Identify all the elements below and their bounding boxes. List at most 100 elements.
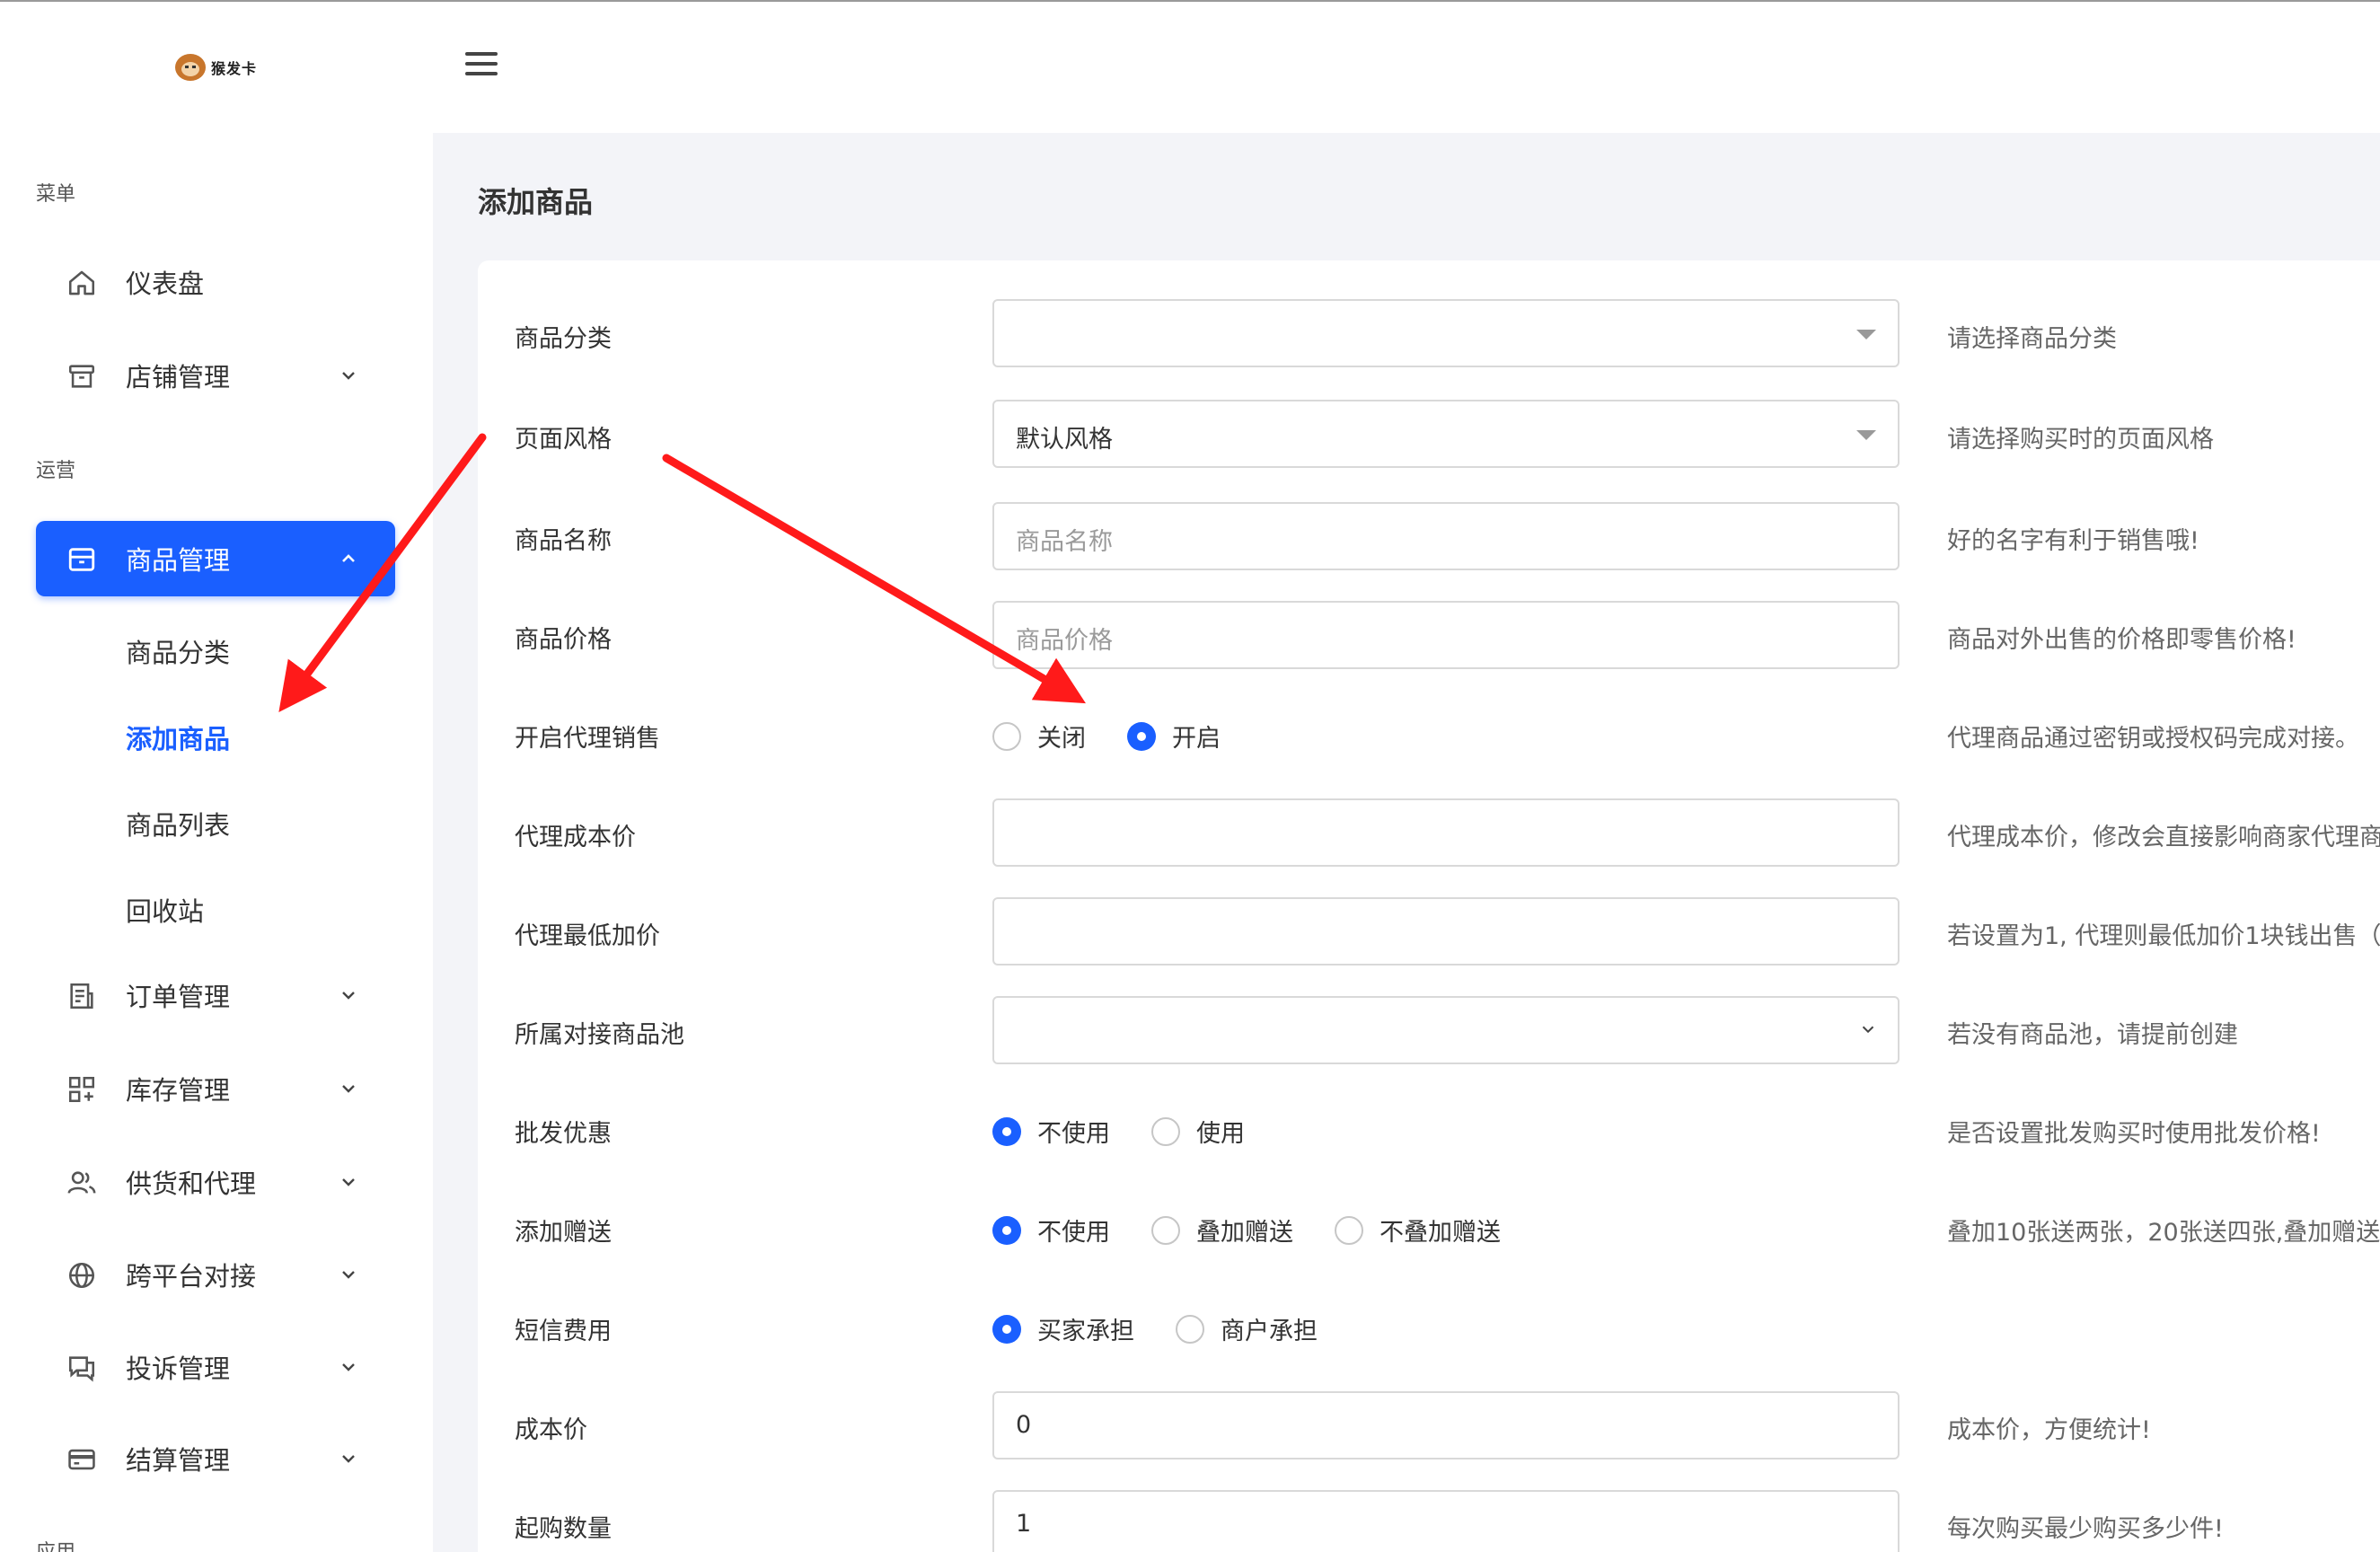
- hint-cost-price: 成本价，方便统计!: [1947, 1416, 2151, 1444]
- brand-logo[interactable]: 猴发卡: [175, 54, 257, 81]
- sidebar-item-orders[interactable]: 订单管理: [36, 957, 395, 1033]
- name-input[interactable]: 商品名称: [992, 502, 1900, 570]
- name-input-placeholder: 商品名称: [1016, 528, 1113, 556]
- sidebar-item-settlement[interactable]: 结算管理: [36, 1421, 395, 1496]
- section-label-apps: 应用: [36, 1536, 75, 1552]
- sidebar-item-cross-platform[interactable]: 跨平台对接: [36, 1237, 395, 1312]
- chevron-down-icon: [342, 372, 355, 380]
- style-select-value: 默认风格: [1016, 426, 1113, 454]
- radio-label: 商户承担: [1221, 1318, 1318, 1345]
- field-label-sms-fee: 短信费用: [515, 1318, 612, 1345]
- hint-pool: 若没有商品池，请提前创建: [1947, 1021, 2238, 1049]
- radio-gift-stack[interactable]: 叠加赠送: [1151, 1212, 1293, 1248]
- field-label-cost-price: 成本价: [515, 1416, 587, 1444]
- field-label-gift: 添加赠送: [515, 1219, 612, 1247]
- radio-circle-checked: [992, 1116, 1021, 1146]
- radio-label: 买家承担: [1037, 1318, 1134, 1345]
- hint-agent-sale: 代理商品通过密钥或授权码完成对接。: [1947, 725, 2359, 753]
- sidebar-item-complaints[interactable]: 投诉管理: [36, 1329, 395, 1405]
- radio-label: 使用: [1196, 1120, 1245, 1148]
- price-input[interactable]: 商品价格: [992, 601, 1900, 669]
- sidebar-item-label: 订单管理: [126, 982, 231, 1012]
- sub-item-recycle-bin[interactable]: 回收站: [126, 891, 204, 929]
- sidebar-item-inventory[interactable]: 库存管理: [36, 1051, 395, 1126]
- style-select[interactable]: 默认风格: [992, 400, 1900, 468]
- sidebar: 猴发卡 菜单 仪表盘 店铺管理 运营 商品管理 商品分类 添加商品 商品列表 回…: [0, 2, 433, 1552]
- archive-icon: [68, 365, 95, 388]
- radio-wholesale-on[interactable]: 使用: [1151, 1114, 1245, 1149]
- cost-price-value: 0: [1016, 1411, 1032, 1439]
- section-label-menu: 菜单: [36, 183, 76, 206]
- caret-down-icon: [1856, 330, 1876, 340]
- sidebar-item-label: 跨平台对接: [126, 1261, 257, 1292]
- globe-icon: [68, 1262, 95, 1289]
- min-qty-input[interactable]: 1: [992, 1490, 1900, 1552]
- category-select[interactable]: [992, 299, 1900, 367]
- cost-price-input[interactable]: 0: [992, 1391, 1900, 1459]
- radio-label: 不使用: [1037, 1120, 1110, 1148]
- agent-min-markup-input[interactable]: [992, 897, 1900, 966]
- field-label-pool: 所属对接商品池: [515, 1021, 684, 1049]
- field-label-min-qty: 起购数量: [515, 1515, 612, 1543]
- radio-label: 关闭: [1037, 725, 1086, 753]
- users-icon: [67, 1171, 96, 1194]
- sidebar-item-label: 库存管理: [126, 1075, 231, 1106]
- wholesale-radio-group: 不使用 使用: [992, 1114, 1286, 1149]
- sms-fee-radio-group: 买家承担 商户承担: [992, 1311, 1359, 1346]
- caret-down-icon: [1856, 430, 1876, 440]
- sub-item-category[interactable]: 商品分类: [126, 632, 230, 670]
- field-label-agent-sale: 开启代理销售: [515, 725, 660, 753]
- radio-circle-checked: [992, 1215, 1021, 1245]
- sidebar-item-label: 仪表盘: [126, 269, 205, 299]
- chevron-down-icon: [342, 1455, 355, 1463]
- brand-name: 猴发卡: [211, 60, 258, 77]
- chevron-down-icon: [342, 1363, 355, 1371]
- hint-style: 请选择购买时的页面风格: [1947, 426, 2214, 454]
- credit-card-icon: [68, 1449, 95, 1470]
- sidebar-item-supply-agent[interactable]: 供货和代理: [36, 1144, 395, 1220]
- pool-select[interactable]: [992, 996, 1900, 1064]
- receipt-icon: [70, 983, 93, 1010]
- sub-item-product-list[interactable]: 商品列表: [126, 805, 230, 842]
- radio-gift-none[interactable]: 不使用: [992, 1212, 1110, 1248]
- field-label-style: 页面风格: [515, 426, 612, 454]
- section-label-ops: 运营: [36, 460, 76, 482]
- hint-gift: 叠加10张送两张，20张送四张,叠加赠送: [1947, 1219, 2380, 1247]
- menu-toggle-icon[interactable]: [465, 52, 498, 79]
- radio-agent-sale-on[interactable]: 开启: [1127, 719, 1221, 754]
- sidebar-item-store[interactable]: 店铺管理: [36, 338, 395, 413]
- field-label-price: 商品价格: [515, 626, 612, 654]
- radio-label: 不叠加赠送: [1380, 1219, 1501, 1247]
- radio-label: 开启: [1172, 725, 1221, 753]
- radio-sms-merchant[interactable]: 商户承担: [1176, 1311, 1318, 1346]
- field-label-wholesale: 批发优惠: [515, 1120, 612, 1148]
- field-label-agent-cost: 代理成本价: [515, 824, 636, 851]
- chevron-down-icon: [1862, 1026, 1874, 1034]
- sidebar-item-label: 店铺管理: [126, 362, 231, 392]
- hint-agent-min-markup: 若设置为1, 代理则最低加价1块钱出售（: [1947, 922, 2380, 950]
- chat-icon: [68, 1356, 95, 1382]
- sidebar-item-dashboard[interactable]: 仪表盘: [36, 244, 395, 320]
- hint-category: 请选择商品分类: [1947, 325, 2117, 353]
- radio-circle-checked: [1127, 721, 1156, 751]
- radio-wholesale-off[interactable]: 不使用: [992, 1114, 1110, 1149]
- gift-radio-group: 不使用 叠加赠送 不叠加赠送: [992, 1212, 1542, 1248]
- radio-agent-sale-off[interactable]: 关闭: [992, 719, 1086, 754]
- sidebar-item-label: 商品管理: [126, 545, 231, 576]
- radio-sms-buyer[interactable]: 买家承担: [992, 1311, 1134, 1346]
- grid-plus-icon: [68, 1076, 95, 1103]
- hint-agent-cost: 代理成本价，修改会直接影响商家代理商: [1947, 824, 2380, 851]
- hint-name: 好的名字有利于销售哦!: [1947, 527, 2199, 555]
- sidebar-item-products[interactable]: 商品管理: [36, 521, 395, 596]
- radio-gift-no-stack[interactable]: 不叠加赠送: [1335, 1212, 1501, 1248]
- agent-cost-input[interactable]: [992, 798, 1900, 867]
- radio-circle: [1335, 1215, 1363, 1245]
- radio-label: 叠加赠送: [1196, 1219, 1293, 1247]
- field-label-agent-min-markup: 代理最低加价: [515, 922, 660, 950]
- archive-icon: [68, 548, 95, 571]
- sub-item-add-product[interactable]: 添加商品: [126, 719, 230, 756]
- page-title: 添加商品: [478, 185, 594, 219]
- hint-price: 商品对外出售的价格即零售价格!: [1947, 626, 2296, 654]
- price-input-placeholder: 商品价格: [1016, 627, 1113, 655]
- monkey-logo-icon: [175, 54, 206, 81]
